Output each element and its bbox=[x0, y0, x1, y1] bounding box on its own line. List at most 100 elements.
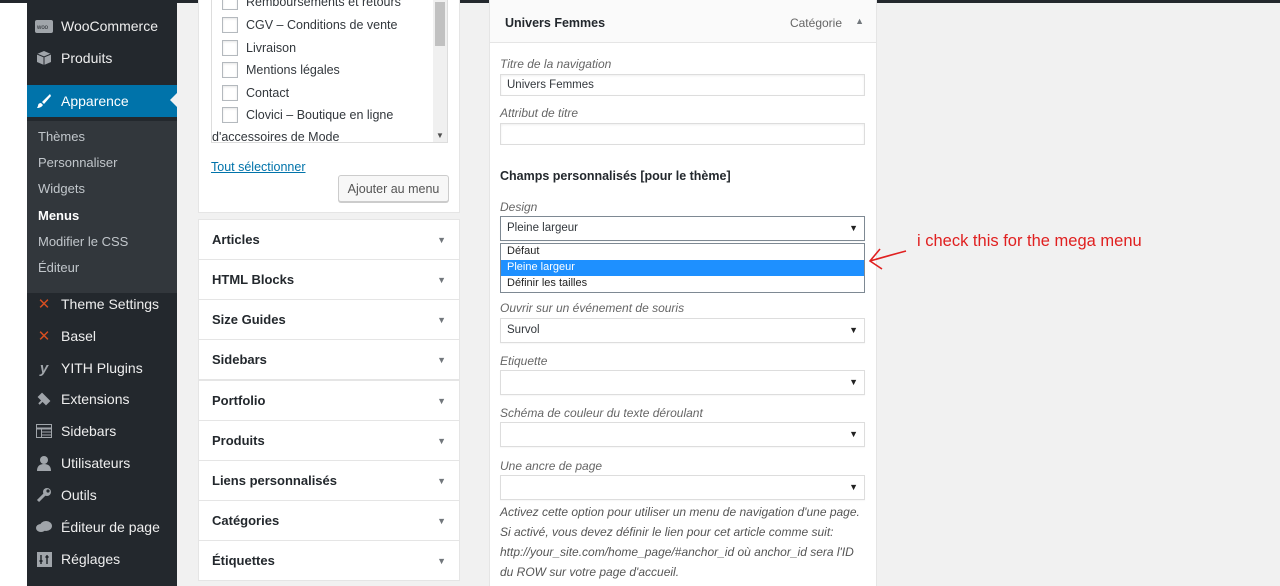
menu-basel[interactable]: ✕ Basel bbox=[27, 321, 177, 351]
color-scheme-select[interactable]: ▼ bbox=[500, 422, 865, 447]
accordion-articles[interactable]: Articles ▼ bbox=[198, 219, 460, 260]
checkbox[interactable] bbox=[222, 85, 238, 101]
chevron-down-icon: ▼ bbox=[437, 274, 446, 285]
scroll-thumb[interactable] bbox=[435, 2, 445, 46]
menu-yith-plugins[interactable]: y YITH Plugins bbox=[27, 353, 177, 383]
list-item-label: CGV – Conditions de vente bbox=[246, 18, 398, 32]
accordion-portfolio[interactable]: Portfolio ▼ bbox=[198, 380, 460, 421]
description-line: http://your_site.com/home_page/#anchor_i… bbox=[500, 545, 854, 559]
submenu-editeur[interactable]: Éditeur bbox=[38, 260, 79, 275]
design-option-definir-tailles[interactable]: Définir les tailles bbox=[501, 276, 864, 292]
menu-reglages[interactable]: Réglages bbox=[27, 544, 177, 574]
add-to-menu-button[interactable]: Ajouter au menu bbox=[338, 175, 449, 202]
design-dropdown: Défaut Pleine largeur Définir les taille… bbox=[500, 243, 865, 293]
accordion-produits[interactable]: Produits ▼ bbox=[198, 420, 460, 461]
submenu-widgets[interactable]: Widgets bbox=[38, 181, 85, 196]
menu-label: Basel bbox=[61, 328, 97, 344]
menu-label: Theme Settings bbox=[61, 296, 160, 312]
accordion-label: Sidebars bbox=[212, 352, 267, 367]
user-icon bbox=[35, 454, 53, 472]
accordion-label: Size Guides bbox=[212, 312, 286, 327]
dropdown-arrow-icon: ▼ bbox=[849, 325, 858, 335]
accordion-label: Produits bbox=[212, 433, 265, 448]
checkbox[interactable] bbox=[222, 40, 238, 56]
list-item[interactable]: CGV – Conditions de vente bbox=[222, 17, 397, 33]
page-anchor-select[interactable]: ▼ bbox=[500, 475, 865, 500]
list-item-label: Mentions légales bbox=[246, 63, 340, 77]
chevron-down-icon: ▼ bbox=[437, 395, 446, 406]
menu-outils[interactable]: Outils bbox=[27, 480, 177, 510]
checkbox[interactable] bbox=[222, 17, 238, 33]
menu-extensions[interactable]: Extensions bbox=[27, 384, 177, 414]
menu-label: Produits bbox=[61, 50, 113, 66]
page-anchor-description: Activez cette option pour utiliser un me… bbox=[500, 502, 870, 582]
dropdown-arrow-icon: ▼ bbox=[849, 223, 858, 233]
accordion-html-blocks[interactable]: HTML Blocks ▼ bbox=[198, 259, 460, 300]
etiquette-select[interactable]: ▼ bbox=[500, 370, 865, 395]
menu-editeur-de-page[interactable]: Éditeur de page bbox=[27, 512, 177, 542]
table-icon bbox=[35, 422, 53, 440]
cloud-icon bbox=[35, 518, 53, 536]
menu-theme-settings[interactable]: ✕ Theme Settings bbox=[27, 289, 177, 319]
chevron-down-icon: ▼ bbox=[437, 435, 446, 446]
accordion-liens-personnalises[interactable]: Liens personnalisés ▼ bbox=[198, 460, 460, 501]
menu-utilisateurs[interactable]: Utilisateurs bbox=[27, 448, 177, 478]
custom-fields-heading: Champs personnalisés [pour le thème] bbox=[500, 169, 731, 183]
description-line: du ROW sur votre page d'accueil. bbox=[500, 565, 680, 579]
menu-label: WooCommerce bbox=[61, 18, 158, 34]
title-attribute-label: Attribut de titre bbox=[500, 106, 579, 120]
menu-item-title: Univers Femmes bbox=[505, 16, 606, 30]
menu-sidebars[interactable]: Sidebars bbox=[27, 416, 177, 446]
list-item-continuation: d'accessoires de Mode bbox=[212, 130, 339, 142]
submenu-modifier-css[interactable]: Modifier le CSS bbox=[38, 234, 128, 249]
scrollbar[interactable]: ▼ bbox=[433, 0, 447, 142]
list-item[interactable]: Livraison bbox=[222, 40, 296, 56]
scroll-down-icon[interactable]: ▼ bbox=[436, 131, 444, 140]
design-select[interactable]: Pleine largeur ▼ bbox=[500, 216, 865, 241]
nav-label-input[interactable]: Univers Femmes bbox=[500, 74, 865, 96]
description-line: Activez cette option pour utiliser un me… bbox=[500, 505, 860, 519]
color-scheme-label: Schéma de couleur du texte déroulant bbox=[500, 406, 703, 420]
submenu-menus[interactable]: Menus bbox=[38, 208, 79, 223]
checkbox[interactable] bbox=[222, 62, 238, 78]
chevron-down-icon: ▼ bbox=[437, 475, 446, 486]
menu-label: Éditeur de page bbox=[61, 519, 160, 535]
checkbox[interactable] bbox=[222, 0, 238, 10]
menu-woocommerce[interactable]: woo WooCommerce bbox=[27, 11, 177, 41]
accordion-categories[interactable]: Catégories ▼ bbox=[198, 500, 460, 541]
accordion-label: Étiquettes bbox=[212, 553, 275, 568]
wrench-icon bbox=[35, 486, 53, 504]
menu-apparence[interactable]: Apparence bbox=[27, 85, 177, 117]
box-icon bbox=[35, 49, 53, 67]
settings-icon bbox=[35, 550, 53, 568]
design-option-defaut[interactable]: Défaut bbox=[501, 244, 864, 260]
list-item[interactable]: Contact bbox=[222, 85, 289, 101]
menu-item-panel: Univers Femmes Catégorie ▲ Titre de la n… bbox=[489, 0, 877, 586]
accordion-etiquettes[interactable]: Étiquettes ▼ bbox=[198, 540, 460, 581]
chevron-up-icon[interactable]: ▲ bbox=[855, 16, 864, 26]
title-attribute-input[interactable] bbox=[500, 123, 865, 145]
list-item-label: Clovici – Boutique en ligne bbox=[246, 108, 394, 122]
paintbrush-icon bbox=[35, 92, 53, 110]
menu-item-header[interactable]: Univers Femmes Catégorie ▲ bbox=[490, 0, 876, 43]
list-item[interactable]: Remboursements et retours bbox=[222, 0, 401, 10]
mouse-event-select[interactable]: Survol ▼ bbox=[500, 318, 865, 343]
chevron-down-icon: ▼ bbox=[437, 354, 446, 365]
design-select-value: Pleine largeur bbox=[507, 222, 578, 234]
theme-settings-icon: ✕ bbox=[37, 296, 51, 313]
etiquette-label: Etiquette bbox=[500, 354, 548, 368]
accordion-sidebars[interactable]: Sidebars ▼ bbox=[198, 339, 460, 380]
design-option-pleine-largeur[interactable]: Pleine largeur bbox=[501, 260, 864, 276]
list-item[interactable]: Mentions légales bbox=[222, 62, 340, 78]
accordion-size-guides[interactable]: Size Guides ▼ bbox=[198, 299, 460, 340]
submenu-personnaliser[interactable]: Personnaliser bbox=[38, 155, 118, 170]
select-all-link[interactable]: Tout sélectionner bbox=[211, 160, 306, 174]
dropdown-arrow-icon: ▼ bbox=[849, 482, 858, 492]
list-item[interactable]: Clovici – Boutique en ligne bbox=[222, 107, 393, 123]
annotation-arrow-icon bbox=[868, 248, 907, 270]
submenu-themes[interactable]: Thèmes bbox=[38, 129, 85, 144]
checkbox[interactable] bbox=[222, 107, 238, 123]
menu-label: Outils bbox=[61, 487, 97, 503]
menu-produits[interactable]: Produits bbox=[27, 43, 177, 73]
menu-label: Extensions bbox=[61, 391, 130, 407]
